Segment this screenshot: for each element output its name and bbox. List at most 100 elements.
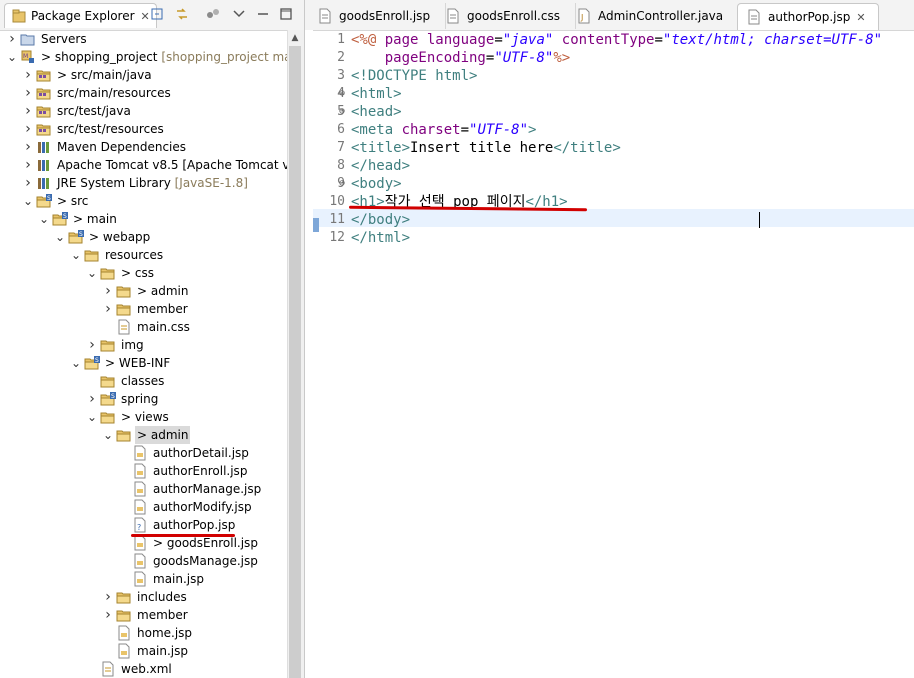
chevron-down-icon[interactable]: ⌄	[70, 246, 82, 264]
chevron-right-icon[interactable]: ›	[22, 66, 34, 84]
tree-item[interactable]: › src/test/java	[0, 102, 287, 120]
chevron-down-icon[interactable]: ⌄	[22, 192, 34, 210]
link-with-editor-icon[interactable]	[174, 6, 190, 22]
code-line[interactable]: <meta charset="UTF-8">	[351, 121, 536, 139]
chevron-down-icon[interactable]: ⌄	[54, 228, 66, 246]
tab-goodsenroll-jsp[interactable]: goodsEnroll.jsp	[309, 3, 446, 29]
line-number-ruler: 1 2 3 4 5 6 7 8 9 10 11 12	[313, 30, 347, 678]
jsp-file-icon	[134, 445, 146, 461]
tree-item[interactable]: › JRE System Library [JavaSE-1.8]	[0, 174, 287, 192]
code-line[interactable]: <!DOCTYPE html>	[351, 67, 477, 85]
code-line[interactable]: <%@ page language="java" contentType="te…	[351, 31, 882, 49]
tree-item[interactable]: › src/test/resources	[0, 120, 287, 138]
tree-item[interactable]: ⌄ > css	[0, 264, 287, 282]
tree-item[interactable]: main.jsp	[0, 642, 287, 660]
fold-toggle-icon[interactable]: ⊖	[339, 175, 345, 193]
chevron-right-icon[interactable]: ›	[102, 282, 114, 300]
filters-icon[interactable]	[205, 6, 221, 22]
code-line[interactable]: </body>	[351, 211, 410, 229]
tree-item[interactable]: ⌄ S > main	[0, 210, 287, 228]
minimize-icon[interactable]	[255, 6, 271, 22]
chevron-right-icon[interactable]: ›	[22, 138, 34, 156]
tree-item[interactable]: authorDetail.jsp	[0, 444, 287, 462]
tree-item[interactable]: ⌄ S > webapp	[0, 228, 287, 246]
code-token: contentType	[561, 32, 655, 48]
code-text-area[interactable]: <%@ page language="java" contentType="te…	[339, 30, 914, 678]
tree-item[interactable]: ⌄ > admin	[0, 426, 287, 444]
code-line[interactable]: </head>	[351, 157, 410, 175]
tree-item[interactable]: › member	[0, 300, 287, 318]
tree-item[interactable]: ⌄ S > WEB-INF	[0, 354, 287, 372]
chevron-down-icon[interactable]: ⌄	[86, 408, 98, 426]
chevron-right-icon[interactable]: ›	[86, 390, 98, 408]
code-line[interactable]: <title>Insert title here</title>	[351, 139, 621, 157]
chevron-down-icon[interactable]: ⌄	[38, 210, 50, 228]
chevron-right-icon[interactable]: ›	[86, 336, 98, 354]
tree-item[interactable]: › img	[0, 336, 287, 354]
view-menu-icon[interactable]	[231, 6, 247, 22]
chevron-down-icon[interactable]: ⌄	[6, 48, 18, 66]
fold-toggle-icon[interactable]: ⊖	[339, 103, 345, 121]
tree-item[interactable]: › Sspring	[0, 390, 287, 408]
maximize-icon[interactable]	[278, 6, 294, 22]
tree-item[interactable]: main.css	[0, 318, 287, 336]
tree-item[interactable]: › Apache Tomcat v8.5 [Apache Tomcat v8.5]	[0, 156, 287, 174]
tree-item[interactable]: ⌄ resources	[0, 246, 287, 264]
fold-toggle-icon[interactable]: ⊖	[339, 85, 345, 103]
tree-item[interactable]: › Maven Dependencies	[0, 138, 287, 156]
chevron-down-icon[interactable]: ⌄	[70, 354, 82, 372]
tree-item[interactable]: › includes	[0, 588, 287, 606]
chevron-right-icon[interactable]: ›	[102, 588, 114, 606]
chevron-right-icon[interactable]: ›	[22, 102, 34, 120]
tree-item-text: main.jsp	[137, 644, 188, 658]
tree-item[interactable]: ⌄ S > src	[0, 192, 287, 210]
collapse-all-icon[interactable]	[150, 6, 166, 22]
tree-item-text: home.jsp	[137, 626, 193, 640]
tab-admincontroller-java[interactable]: J AdminController.java	[568, 3, 745, 29]
tree-item[interactable]: main.jsp	[0, 570, 287, 588]
code-line[interactable]: ⊖ <body>	[339, 175, 402, 193]
tree-item-text: shopping_project	[54, 50, 158, 64]
tab-package-explorer[interactable]: Package Explorer ✕	[4, 3, 157, 28]
tree-item[interactable]: ⌄ M > shopping_project [shopping_project m…	[0, 48, 287, 66]
tree-item[interactable]: › > src/main/java	[0, 66, 287, 84]
chevron-right-icon[interactable]: ›	[6, 30, 18, 48]
chevron-right-icon[interactable]: ›	[102, 300, 114, 318]
chevron-down-icon[interactable]: ⌄	[102, 426, 114, 444]
chevron-right-icon[interactable]: ›	[22, 174, 34, 192]
tree-item-label: > main	[71, 210, 119, 228]
code-line[interactable]: ⊖ <html>	[339, 85, 402, 103]
tree-item[interactable]: web.xml	[0, 660, 287, 678]
tree-item[interactable]: › member	[0, 606, 287, 624]
tab-goodsenroll-css[interactable]: goodsEnroll.css	[437, 3, 576, 29]
close-icon[interactable]: ✕	[141, 10, 150, 23]
tree-item[interactable]: goodsManage.jsp	[0, 552, 287, 570]
code-line[interactable]: </html>	[351, 229, 410, 247]
tree-item[interactable]: authorEnroll.jsp	[0, 462, 287, 480]
tree-item[interactable]: authorModify.jsp	[0, 498, 287, 516]
tree-item[interactable]: › src/main/resources	[0, 84, 287, 102]
tree-item[interactable]: › > admin	[0, 282, 287, 300]
tree-item[interactable]: ? authorPop.jsp	[0, 516, 287, 534]
tree-item[interactable]: home.jsp	[0, 624, 287, 642]
chevron-down-icon[interactable]: ⌄	[86, 264, 98, 282]
chevron-right-icon[interactable]: ›	[22, 84, 34, 102]
code-token: </html>	[351, 230, 411, 246]
tree-item[interactable]: › Servers	[0, 30, 287, 48]
explorer-scrollbar-thumb[interactable]	[289, 46, 301, 678]
scroll-up-arrow-icon[interactable]: ▲	[287, 30, 303, 46]
git-change-marker: >	[89, 230, 103, 244]
tree-item[interactable]: ⌄ > views	[0, 408, 287, 426]
tree-item[interactable]: authorManage.jsp	[0, 480, 287, 498]
tree-item-text: Apache Tomcat v8.5 [Apache Tomcat v8.5]	[57, 158, 287, 172]
chevron-right-icon[interactable]: ›	[22, 120, 34, 138]
close-icon[interactable]: ✕	[856, 11, 865, 24]
chevron-right-icon[interactable]: ›	[102, 606, 114, 624]
tab-authorpop-jsp[interactable]: authorPop.jsp ✕	[737, 3, 879, 30]
code-line[interactable]: pageEncoding="UTF-8"%>	[351, 49, 570, 67]
tree-item[interactable]: classes	[0, 372, 287, 390]
chevron-right-icon[interactable]: ›	[22, 156, 34, 174]
code-line[interactable]: ⊖ <head>	[339, 103, 402, 121]
project-tree[interactable]: › Servers ⌄ M > shopping_project [shopping_p…	[0, 30, 287, 678]
tree-item-label: > css	[119, 264, 156, 282]
